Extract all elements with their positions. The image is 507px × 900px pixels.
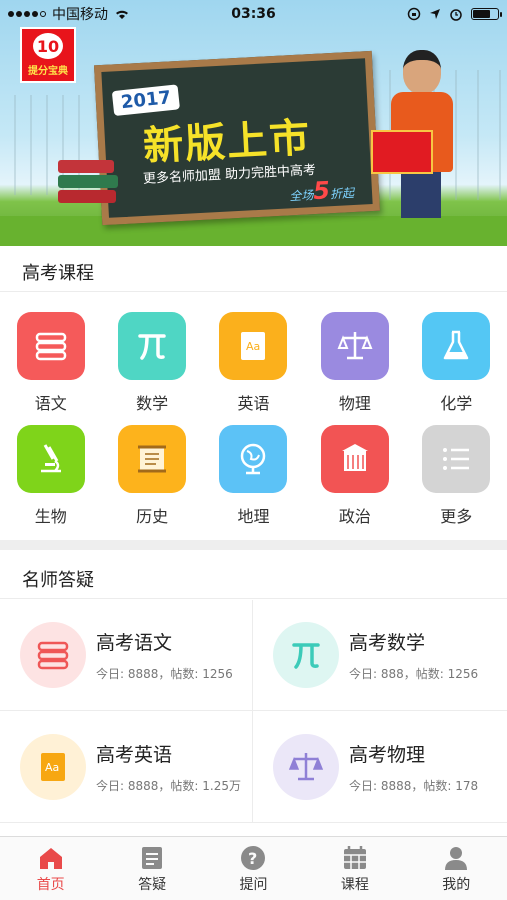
- svg-text:Aa: Aa: [45, 761, 59, 774]
- app-logo: 10 提分宝典: [20, 27, 76, 83]
- svg-text:?: ?: [248, 849, 257, 868]
- course-item-physics[interactable]: 物理: [304, 308, 405, 421]
- qa-item-physics[interactable]: 高考物理 今日: 8888，帖数: 178: [253, 711, 507, 823]
- courses-section-title: 高考课程: [22, 263, 94, 284]
- course-item-history[interactable]: 历史: [101, 421, 202, 534]
- course-item-english[interactable]: Aa 英语: [203, 308, 304, 421]
- qa-title: 高考英语: [96, 743, 173, 766]
- english-book-icon: Aa: [20, 733, 86, 800]
- banner-year: 2017: [111, 84, 181, 117]
- qa-stats: 今日: 8888，帖数: 1.25万: [96, 778, 241, 793]
- tab-bar: 首页 答疑 ? 提问 课程 我的: [0, 836, 507, 900]
- qa-item-math[interactable]: 高考数学 今日: 888，帖数: 1256: [253, 600, 507, 711]
- banner-promo: 全场5折起: [289, 176, 355, 206]
- chalkboard: 2017 新版上市 更多名师加盟 助力完胜中高考 全场5折起: [94, 50, 380, 226]
- calendar-icon: [343, 845, 366, 869]
- course-item-more[interactable]: 更多: [406, 421, 507, 534]
- course-label: 地理: [237, 507, 270, 526]
- course-item-biology[interactable]: 生物: [0, 421, 101, 534]
- books-icon: [20, 622, 86, 688]
- list-icon: [422, 425, 491, 493]
- section-gap: [0, 540, 507, 550]
- course-label: 语文: [34, 394, 67, 413]
- course-label: 更多: [440, 507, 473, 526]
- pi-icon: [273, 622, 339, 688]
- qa-stats: 今日: 888，帖数: 1256: [349, 667, 479, 681]
- rotation-lock-icon: [407, 7, 421, 21]
- divider: [0, 598, 507, 599]
- status-bar: 中国移动 03:36: [0, 0, 507, 28]
- carrier-name: 中国移动: [52, 7, 108, 23]
- signal-icon: [8, 11, 46, 17]
- qa-title: 高考物理: [349, 743, 426, 766]
- building-icon: [320, 425, 389, 493]
- qa-section-title: 名师答疑: [22, 570, 94, 591]
- tab-home[interactable]: 首页: [0, 837, 101, 900]
- scroll-icon: [118, 425, 187, 493]
- course-label: 英语: [237, 394, 270, 413]
- course-label: 数学: [136, 394, 169, 413]
- promo-banner[interactable]: 10 提分宝典 2017 新版上市 更多名师加盟 助力完胜中高考 全场5折起: [0, 0, 507, 246]
- tab-ask[interactable]: ? 提问: [203, 837, 304, 900]
- location-icon: [430, 9, 440, 19]
- course-grid: 语文 数学 Aa 英语 物理 化学 生物 历史 地理 政治 更多: [0, 308, 507, 534]
- qa-item-chinese[interactable]: 高考语文 今日: 8888，帖数: 1256: [0, 600, 253, 711]
- course-label: 物理: [338, 394, 371, 413]
- microscope-icon: [16, 425, 85, 493]
- course-item-geography[interactable]: 地理: [203, 421, 304, 534]
- course-item-chemistry[interactable]: 化学: [406, 308, 507, 421]
- tab-me[interactable]: 我的: [406, 837, 507, 900]
- qa-list-icon: [142, 846, 163, 869]
- qa-grid: 高考语文 今日: 8888，帖数: 1256 高考数学 今日: 888，帖数: …: [0, 600, 507, 834]
- spokesperson-illustration: [371, 42, 459, 222]
- wifi-icon: [116, 10, 128, 19]
- home-icon: [39, 847, 62, 869]
- course-label: 历史: [136, 507, 169, 526]
- question-icon: ?: [241, 845, 266, 870]
- qa-stats: 今日: 8888，帖数: 1256: [96, 667, 233, 681]
- divider: [0, 291, 507, 292]
- course-label: 化学: [440, 394, 473, 413]
- scale-icon: [273, 733, 339, 800]
- course-item-politics[interactable]: 政治: [304, 421, 405, 534]
- flask-icon: [422, 312, 491, 380]
- course-label: 生物: [34, 507, 67, 526]
- alarm-icon: [450, 9, 462, 21]
- books-stack-illustration: [58, 160, 122, 216]
- battery-icon: [471, 8, 502, 20]
- books-icon: [16, 312, 85, 380]
- globe-icon: [219, 425, 288, 493]
- qa-title: 高考语文: [96, 632, 173, 654]
- english-book-icon: Aa: [219, 312, 288, 380]
- course-item-math[interactable]: 数学: [101, 308, 202, 421]
- svg-text:Aa: Aa: [246, 340, 260, 353]
- tab-courses[interactable]: 课程: [304, 837, 405, 900]
- qa-title: 高考数学: [349, 632, 426, 654]
- person-icon: [445, 846, 468, 870]
- scale-icon: [320, 312, 389, 380]
- qa-stats: 今日: 8888，帖数: 178: [349, 778, 479, 793]
- pi-icon: [118, 312, 187, 380]
- course-item-chinese[interactable]: 语文: [0, 308, 101, 421]
- tab-qa[interactable]: 答疑: [101, 837, 202, 900]
- qa-item-english[interactable]: Aa 高考英语 今日: 8888，帖数: 1.25万: [0, 711, 253, 823]
- course-label: 政治: [338, 507, 371, 526]
- clock: 03:36: [231, 6, 276, 22]
